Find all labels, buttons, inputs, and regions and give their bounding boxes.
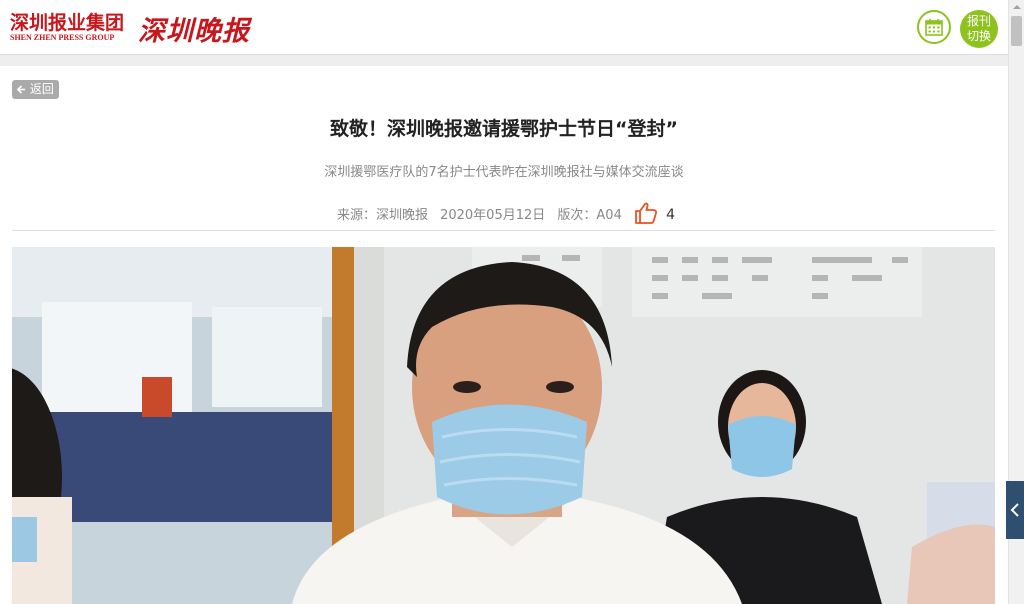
back-button[interactable]: 返回 (12, 80, 59, 99)
scroll-up-arrow-icon[interactable] (1009, 0, 1024, 14)
paper-switch-button[interactable]: 报刊切换 (960, 10, 998, 48)
scroll-thumb[interactable] (1011, 16, 1022, 46)
chevron-left-icon (1010, 503, 1019, 517)
side-panel-toggle[interactable] (1006, 481, 1024, 539)
article-date: 2020年05月12日 (440, 208, 546, 223)
like-button[interactable] (634, 202, 658, 228)
calendar-icon (925, 19, 943, 36)
article-subtitle: 深圳援鄂医疗队的7名护士代表昨在深圳晚报社与媒体交流座谈 (324, 165, 684, 180)
article-meta: 来源：深圳晚报 2020年05月12日 版次：A04 4 (0, 202, 1008, 228)
press-group-name: 深圳报业集团 (10, 12, 125, 34)
calendar-button[interactable] (917, 10, 951, 44)
article-panel: 返回 致敬！深圳晚报邀请援鄂护士节日“登封” 深圳援鄂医疗队的7名护士代表昨在深… (0, 66, 1008, 604)
newspaper-brand-name: 深圳晚报 (138, 16, 250, 47)
article-photo-illustration (12, 247, 995, 604)
article-title: 致敬！深圳晚报邀请援鄂护士节日“登封” (330, 118, 678, 140)
press-group-name-en: SHEN ZHEN PRESS GROUP (10, 33, 115, 42)
article-edition: 版次：A04 (557, 208, 622, 223)
top-bar: 深圳报业集团 SHEN ZHEN PRESS GROUP 深圳晚报 报刊切换 (0, 0, 1008, 55)
thumbs-up-icon (635, 202, 658, 224)
article-source: 来源：深圳晚报 (336, 208, 428, 223)
arrow-left-icon (16, 85, 26, 94)
article-photo[interactable] (12, 247, 995, 604)
paper-switch-label: 报刊切换 (966, 14, 991, 43)
like-count: 4 (666, 207, 676, 223)
divider (12, 230, 995, 231)
back-label: 返回 (29, 82, 54, 96)
